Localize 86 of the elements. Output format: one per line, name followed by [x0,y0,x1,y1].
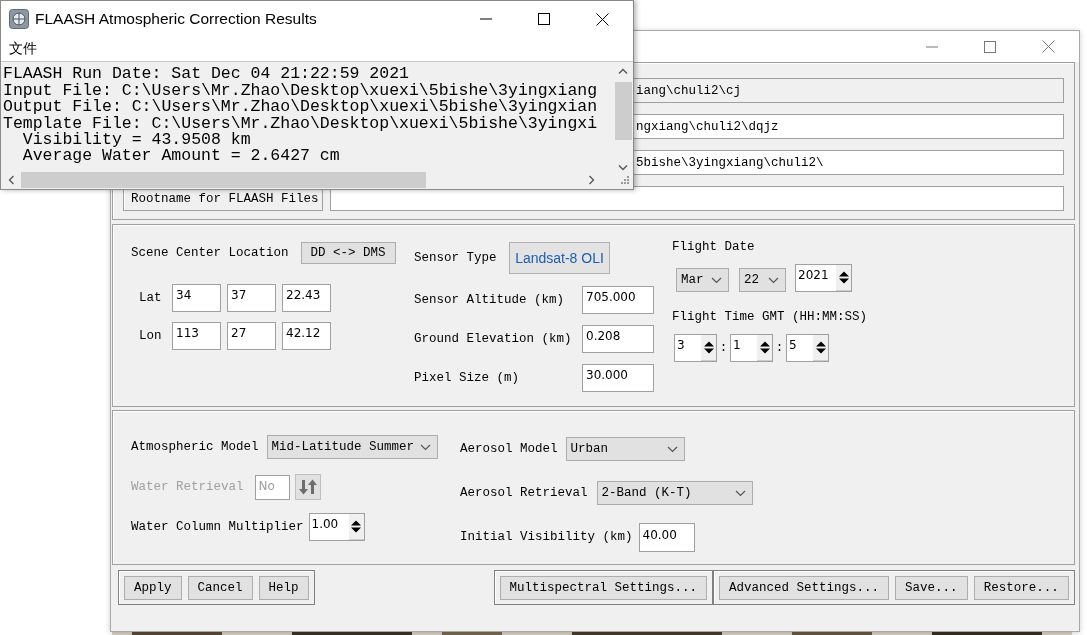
sensor-field[interactable]: 705.000 [582,286,654,314]
time-spin-box[interactable]: 3 [674,334,717,362]
option-label: Aerosol Retrieval [460,486,588,500]
coordinate-field[interactable]: 27 [227,322,276,350]
option-spin-box[interactable]: 1.00 [308,513,365,541]
maximize-icon [984,40,996,53]
coordinate-field[interactable]: 37 [227,284,276,312]
window-title: FLAASH Atmospheric Correction Results [35,10,318,28]
time-spin-box[interactable]: 1 [730,334,773,362]
scroll-right-icon[interactable] [589,175,595,186]
swap-arrows-icon [298,479,317,495]
chevron-down-icon [768,276,779,284]
scroll-up-icon[interactable] [618,68,628,75]
chevron-down-icon [666,445,678,453]
result-line: Template File: C:\Users\Mr.Zhao\Desktop\xuexi\5bishe\3yingxi [3,115,599,133]
resize-grip-icon[interactable] [621,176,629,185]
sensor-field-label: Pixel Size (m) [414,371,521,385]
day-dropdown[interactable]: 22 [739,268,786,292]
vertical-scrollbar[interactable] [613,62,633,172]
time-spin-box[interactable]: 5 [786,334,829,362]
option-label: Atmospheric Model [131,440,259,454]
result-line: Input File: C:\Users\Mr.Zhao\Desktop\xuexi\5bishe\3yingxiang [3,82,599,100]
option-label: Water Retrieval [131,480,244,494]
scroll-down-icon[interactable] [618,165,628,172]
option-label: Initial Visibility (km) [460,530,633,544]
close-icon [595,12,609,26]
scrollbar-thumb[interactable] [21,172,426,189]
option-dropdown[interactable]: Urban [565,437,685,461]
coordinate-field[interactable]: 34 [172,284,221,312]
dialog-button[interactable]: Apply [124,576,182,600]
chevron-down-icon [711,276,722,284]
coordinate-field[interactable]: 113 [172,322,221,350]
dialog-button[interactable]: Cancel [187,576,253,600]
coordinate-field[interactable]: 22.43 [282,284,331,312]
rootname-field[interactable] [330,186,1064,211]
dialog-button[interactable]: Advanced Settings... [719,576,890,600]
scroll-left-icon[interactable] [8,175,14,186]
coordinate-field[interactable]: 42.12 [282,322,331,350]
result-line: Visibility = 43.9508 km [22,132,251,149]
chevron-down-icon [419,443,431,451]
flight-date-label: Flight Date [672,240,756,254]
up-down-arrows-icon [838,270,849,285]
sensor-type-button[interactable]: Landsat-8 OLI [509,242,610,274]
time-separator: : [774,341,785,355]
path-field[interactable]: ngxiang\chuli2\dqjz [631,114,1064,139]
minimize-icon [480,18,492,20]
sensor-field[interactable]: 0.208 [582,325,654,353]
year-spin-box[interactable]: 2021 [795,264,852,292]
minimize-icon [926,45,938,48]
dd-dms-button[interactable]: DD <-> DMS [300,242,396,264]
result-line: Average Water Amount = 2.6427 cm [21,148,341,165]
up-down-arrows-icon [703,340,714,355]
option-label: Aerosol Model [460,442,558,456]
time-separator: : [718,341,729,355]
dialog-button[interactable]: Help [258,576,309,600]
dialog-button[interactable]: Save... [895,576,968,600]
result-line: Output File: C:\Users\Mr.Zhao\Desktop\xuexi\5bishe\3yingxian [3,99,599,116]
chevron-down-icon [734,489,746,497]
up-down-arrows-icon [759,340,770,355]
close-icon [1041,40,1055,53]
sensor-type-label: Sensor Type [414,251,498,265]
sensor-field-label: Ground Elevation (km) [414,332,573,346]
scene-center-label: Scene Center Location [131,246,289,260]
sensor-field-label: Sensor Altitude (km) [414,293,566,307]
menu-item[interactable]: 文件 [9,39,37,58]
path-field[interactable]: 5bishe\3yingxiang\chuli2\ [631,150,1064,175]
sensor-field[interactable]: 30.000 [582,364,654,392]
month-dropdown[interactable]: Mar [676,268,729,292]
option-dropdown[interactable]: 2-Band (K-T) [596,481,753,505]
dialog-button[interactable]: Multispectral Settings... [499,576,708,600]
up-down-arrows-icon [351,519,362,534]
scrollbar-thumb[interactable] [614,82,632,141]
option-dropdown[interactable]: Mid-Latitude Summer [266,435,438,459]
option-label: Water Column Multiplier [131,520,304,534]
swap-button[interactable] [294,474,321,500]
option-field[interactable]: 40.00 [638,522,695,552]
flight-time-label: Flight Time GMT (HH:MM:SS) [672,310,868,324]
app-icon [9,9,29,29]
result-line: FLAASH Run Date: Sat Dec 04 21:22:59 2021 [3,66,409,83]
maximize-icon [538,13,550,25]
coordinate-label: Lat [138,291,163,305]
path-field[interactable]: iang\chuli2\cj [631,78,1064,103]
up-down-arrows-icon [815,340,826,355]
coordinate-label: Lon [138,329,163,343]
dialog-button[interactable]: Restore... [973,576,1069,600]
horizontal-scrollbar[interactable] [1,171,633,189]
